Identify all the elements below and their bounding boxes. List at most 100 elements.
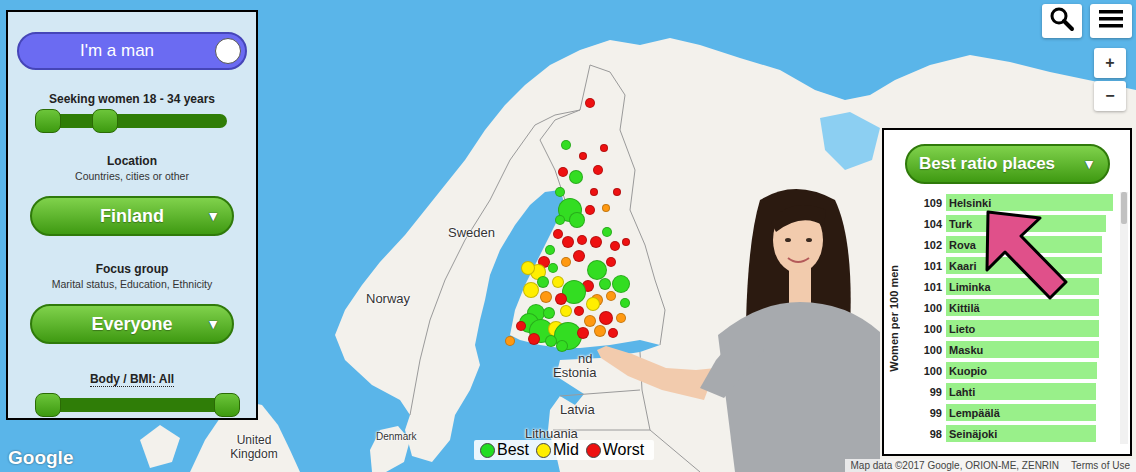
map-dot[interactable] bbox=[555, 293, 567, 305]
menu-button[interactable] bbox=[1090, 4, 1132, 38]
ranking-name: Kuopio bbox=[946, 365, 987, 377]
map-dot[interactable] bbox=[553, 229, 563, 239]
map-dot[interactable] bbox=[622, 238, 630, 246]
ranking-bar: Seinäjoki bbox=[946, 423, 1116, 444]
map-dot[interactable] bbox=[573, 250, 585, 262]
ranking-name: Lahti bbox=[946, 386, 975, 398]
map-dot[interactable] bbox=[561, 257, 571, 267]
ranking-row[interactable]: 98Seinäjoki bbox=[904, 423, 1116, 444]
map-dot[interactable] bbox=[552, 276, 564, 288]
ranking-name: Turk bbox=[946, 218, 972, 230]
map-dot[interactable] bbox=[555, 187, 565, 197]
map-dot[interactable] bbox=[521, 261, 535, 275]
map-dot[interactable] bbox=[577, 235, 587, 245]
map-dot[interactable] bbox=[616, 313, 626, 323]
toggle-knob[interactable] bbox=[215, 38, 241, 64]
location-title: Location bbox=[107, 154, 157, 168]
focus-group-value: Everyone bbox=[91, 314, 172, 335]
terms-link[interactable]: Terms of Use bbox=[1071, 460, 1130, 471]
map-dot[interactable] bbox=[523, 282, 539, 298]
ranking-bar: Helsinki bbox=[946, 192, 1116, 213]
ranking-name: Kittilä bbox=[946, 302, 980, 314]
ranking-row[interactable]: 99Lahti bbox=[904, 381, 1116, 402]
slider-knob[interactable] bbox=[214, 393, 240, 417]
map-label: nd bbox=[578, 351, 592, 366]
map-dot[interactable] bbox=[558, 167, 568, 177]
ranking-bar: Liminka bbox=[946, 276, 1116, 297]
map-dot[interactable] bbox=[505, 336, 515, 346]
map-dot[interactable] bbox=[577, 327, 589, 339]
map-dot[interactable] bbox=[543, 307, 555, 319]
slider-knob[interactable] bbox=[92, 109, 118, 133]
map-dot[interactable] bbox=[556, 340, 568, 352]
map-dot[interactable] bbox=[560, 305, 572, 317]
map-dot[interactable] bbox=[528, 333, 540, 345]
map-dot[interactable] bbox=[620, 298, 630, 308]
zoom-in-button[interactable]: + bbox=[1094, 48, 1126, 78]
ranking-row[interactable]: 109Helsinki bbox=[904, 192, 1116, 213]
map-dot[interactable] bbox=[537, 276, 549, 288]
scrollbar[interactable] bbox=[1120, 192, 1128, 444]
ranking-value: 98 bbox=[904, 428, 946, 440]
map-dot[interactable] bbox=[585, 98, 595, 108]
gender-toggle[interactable]: I'm a man bbox=[17, 32, 247, 70]
map-dot[interactable] bbox=[594, 325, 606, 337]
body-slider[interactable] bbox=[37, 398, 227, 412]
map-dot[interactable] bbox=[608, 328, 618, 338]
ranking-row[interactable]: 100Lieto bbox=[904, 318, 1116, 339]
legend-swatch bbox=[586, 443, 601, 458]
map-dot[interactable] bbox=[587, 260, 607, 280]
ranking-row[interactable]: 100Kittilä bbox=[904, 297, 1116, 318]
map-dot[interactable] bbox=[599, 278, 611, 290]
map-dot[interactable] bbox=[545, 245, 555, 255]
ranking-row[interactable]: 100Masku bbox=[904, 339, 1116, 360]
ranking-row[interactable]: 102Rova bbox=[904, 234, 1116, 255]
ranking-body: Women per 100 men109Helsinki104Turk102Ro… bbox=[884, 192, 1130, 444]
map-dot[interactable] bbox=[602, 227, 612, 237]
slider-knob[interactable] bbox=[35, 109, 61, 133]
map-label: Denmark bbox=[376, 431, 417, 442]
map-dot[interactable] bbox=[561, 140, 571, 150]
map-dot[interactable] bbox=[516, 321, 526, 331]
location-dropdown[interactable]: Finland▼ bbox=[30, 196, 234, 236]
map-dot[interactable] bbox=[574, 306, 584, 316]
map-dot[interactable] bbox=[612, 275, 630, 293]
map-dot[interactable] bbox=[590, 236, 602, 248]
map-dot[interactable] bbox=[540, 291, 552, 303]
map-dot[interactable] bbox=[562, 236, 574, 248]
zoom-out-button[interactable]: − bbox=[1094, 81, 1126, 111]
map-dot[interactable] bbox=[599, 311, 613, 325]
map-dot[interactable] bbox=[548, 263, 558, 273]
ranking-row[interactable]: 100Kuopio bbox=[904, 360, 1116, 381]
map-dot[interactable] bbox=[586, 297, 600, 311]
map-dot[interactable] bbox=[610, 241, 620, 251]
ranking-dropdown[interactable]: Best ratio places▼ bbox=[905, 144, 1110, 184]
map-dot[interactable] bbox=[613, 188, 621, 196]
ranking-row[interactable]: 101Liminka bbox=[904, 276, 1116, 297]
map-dot[interactable] bbox=[606, 291, 616, 301]
map-dot[interactable] bbox=[579, 152, 587, 160]
map-dot[interactable] bbox=[569, 170, 583, 184]
map-dot[interactable] bbox=[606, 257, 616, 267]
dropdown-icon: ▼ bbox=[206, 208, 220, 224]
age-slider[interactable] bbox=[37, 114, 227, 128]
ranking-row[interactable]: 104Turk bbox=[904, 213, 1116, 234]
map-dot[interactable] bbox=[590, 188, 598, 196]
ranking-value: 104 bbox=[904, 218, 946, 230]
ranking-row[interactable]: 101Kaari bbox=[904, 255, 1116, 276]
search-button[interactable] bbox=[1042, 4, 1082, 38]
scrollbar-thumb[interactable] bbox=[1121, 192, 1127, 224]
map-dot[interactable] bbox=[600, 144, 608, 152]
map-dot[interactable] bbox=[584, 315, 596, 327]
google-logo[interactable]: Google bbox=[8, 447, 73, 469]
map-dot[interactable] bbox=[555, 215, 565, 225]
ranking-row[interactable]: 99Lempäälä bbox=[904, 402, 1116, 423]
slider-knob[interactable] bbox=[35, 393, 61, 417]
map-dot[interactable] bbox=[585, 205, 595, 215]
focus-group-dropdown[interactable]: Everyone▼ bbox=[30, 304, 234, 344]
legend: BestMidWorst bbox=[474, 440, 654, 460]
map-dot[interactable] bbox=[593, 165, 603, 175]
map-dot[interactable] bbox=[602, 204, 610, 212]
map-dot[interactable] bbox=[569, 212, 585, 228]
ranking-bar: Turk bbox=[946, 213, 1116, 234]
